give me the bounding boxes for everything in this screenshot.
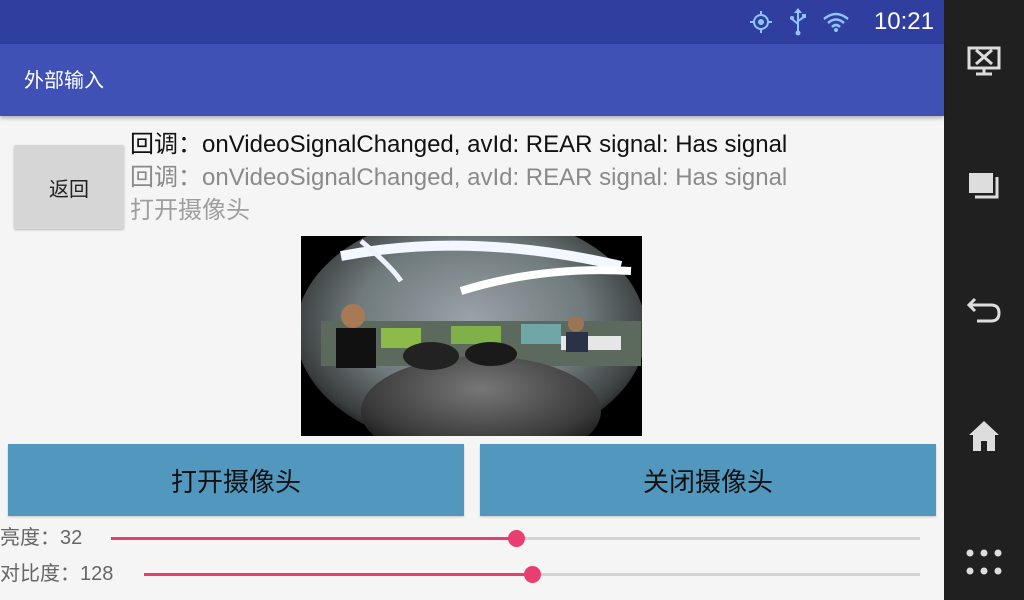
brightness-label: 亮度：32 bbox=[0, 527, 83, 549]
screenshot-icon bbox=[966, 44, 1002, 80]
app-bar: 外部输入 bbox=[0, 44, 944, 116]
close-camera-button[interactable]: 关闭摄像头 bbox=[480, 444, 936, 516]
navigation-bar bbox=[944, 0, 1024, 600]
apps-grid-icon bbox=[964, 547, 1004, 581]
contrast-row: 对比度：128 bbox=[0, 556, 944, 592]
contrast-slider-fill bbox=[144, 573, 532, 576]
brightness-slider-fill bbox=[111, 537, 516, 540]
camera-preview bbox=[301, 236, 642, 436]
main-content: 返回 回调：onVideoSignalChanged, avId: REAR s… bbox=[0, 116, 944, 600]
recent-apps-icon bbox=[967, 171, 1001, 205]
back-icon bbox=[965, 295, 1003, 329]
open-camera-button[interactable]: 打开摄像头 bbox=[8, 444, 464, 516]
contrast-label: 对比度：128 bbox=[0, 563, 114, 585]
brightness-slider[interactable] bbox=[111, 530, 920, 547]
camera-frame-image bbox=[301, 236, 642, 436]
status-bar: 10:21 bbox=[0, 0, 944, 44]
status-icons: 10:21 bbox=[748, 0, 934, 44]
brightness-slider-thumb[interactable] bbox=[507, 530, 525, 547]
contrast-slider[interactable] bbox=[144, 566, 920, 583]
callback-log: 回调：onVideoSignalChanged, avId: REAR sign… bbox=[130, 128, 940, 227]
log-line: 回调：onVideoSignalChanged, avId: REAR sign… bbox=[130, 164, 788, 191]
back-button[interactable]: 返回 bbox=[14, 145, 124, 229]
wifi-icon bbox=[822, 11, 850, 33]
log-line: 打开摄像头 bbox=[130, 197, 250, 224]
screenshot-button[interactable] bbox=[944, 32, 1024, 92]
screen: 10:21 外部输入 返回 回调：onVideoSignalChanged, a… bbox=[0, 0, 1024, 600]
usb-icon bbox=[788, 8, 808, 36]
log-line: 回调：onVideoSignalChanged, avId: REAR sign… bbox=[130, 131, 788, 158]
gps-icon bbox=[748, 9, 774, 35]
back-nav-button[interactable] bbox=[944, 282, 1024, 342]
home-button[interactable] bbox=[944, 408, 1024, 468]
app-title: 外部输入 bbox=[24, 68, 104, 92]
clock: 10:21 bbox=[873, 8, 934, 35]
recent-apps-button[interactable] bbox=[944, 158, 1024, 218]
contrast-slider-thumb[interactable] bbox=[524, 566, 541, 583]
home-icon bbox=[967, 419, 1001, 457]
brightness-row: 亮度：32 bbox=[0, 520, 944, 556]
apps-grid-button[interactable] bbox=[944, 534, 1024, 594]
